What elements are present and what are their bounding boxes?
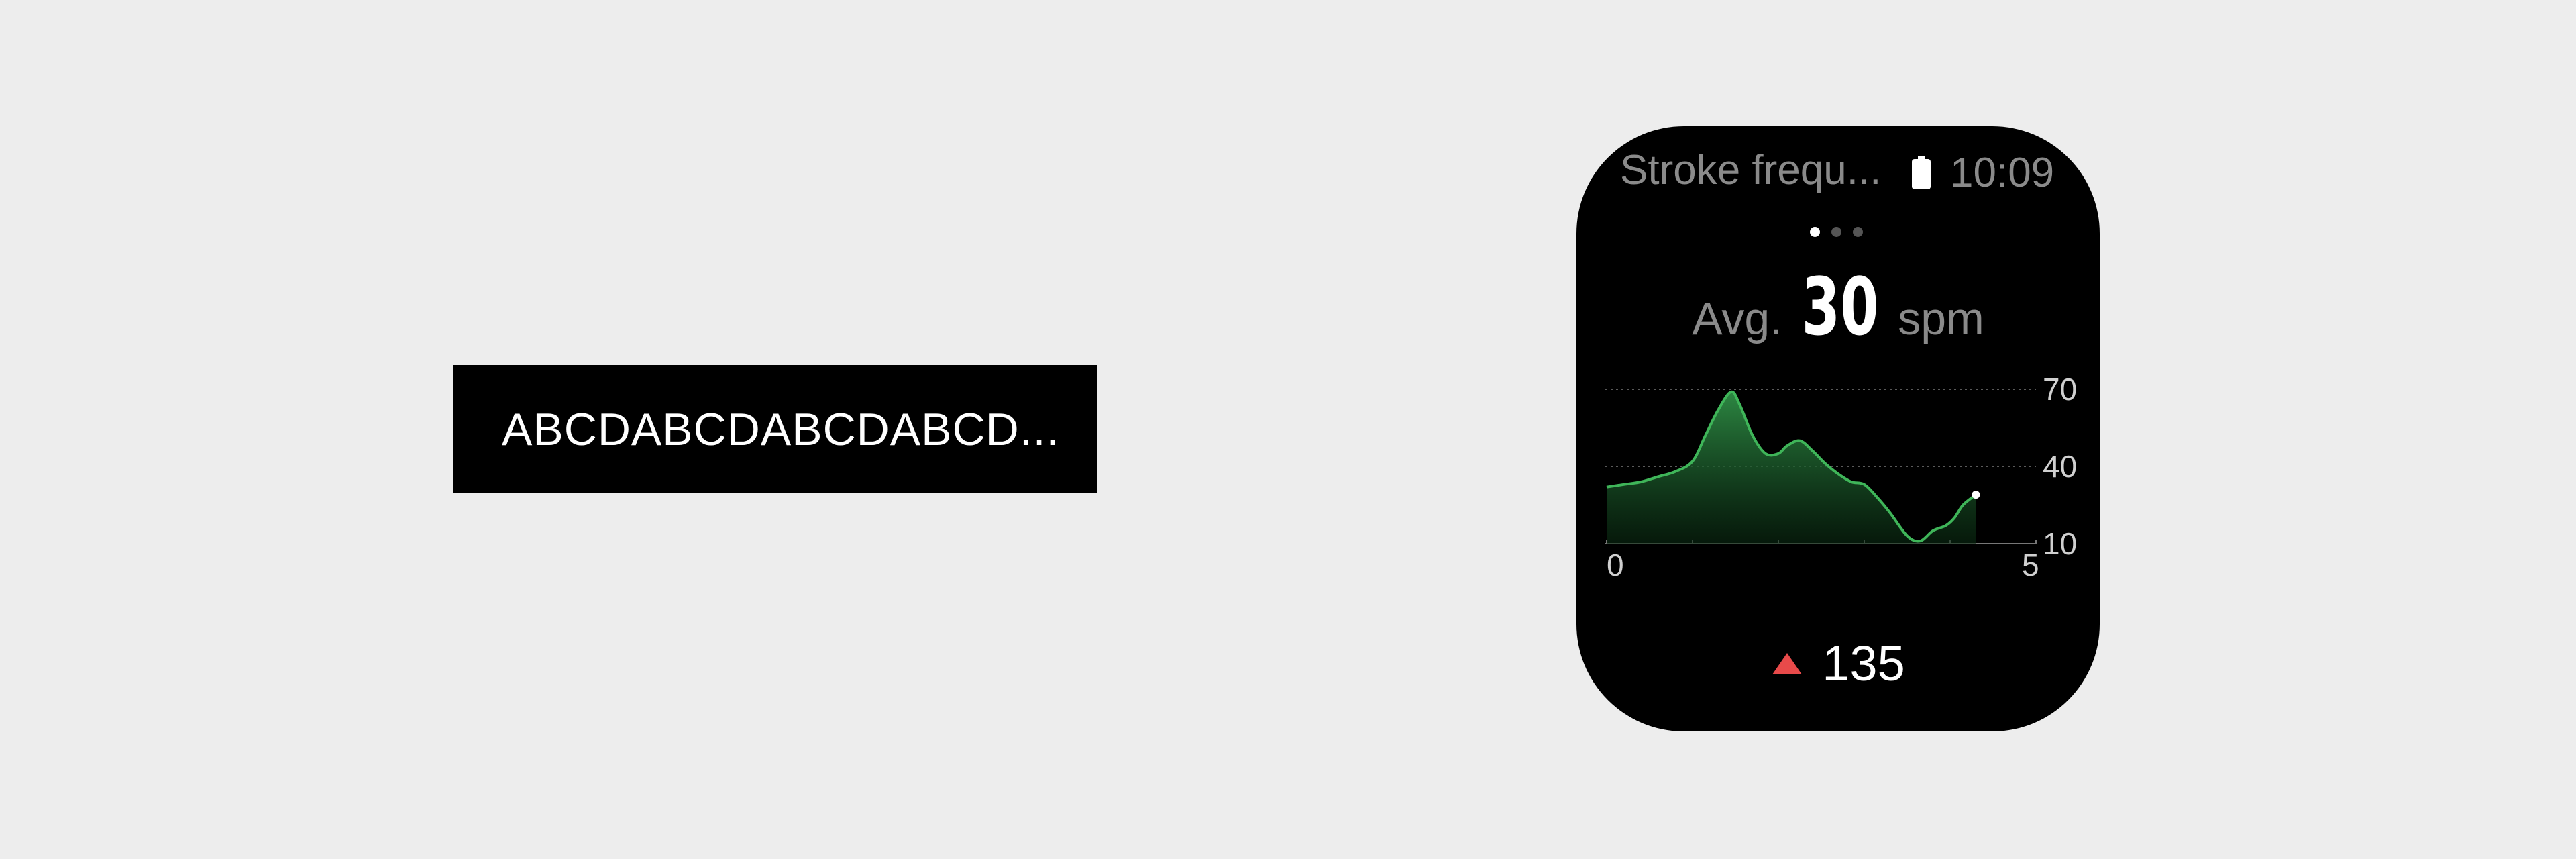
y-tick-label: 40 bbox=[2043, 449, 2077, 484]
y-tick-label: 10 bbox=[2043, 526, 2077, 561]
truncated-text-box: ABCDABCDABCDABCD... bbox=[453, 365, 1097, 493]
series-area bbox=[1607, 391, 1976, 544]
x-tick-label: 0 bbox=[1607, 548, 1624, 583]
y-tick-label: 70 bbox=[2043, 372, 2077, 407]
watch-screen: Stroke frequ... 10:09 Avg. 30 spm 70 40 10… bbox=[1576, 126, 2100, 731]
series-end-marker bbox=[1972, 491, 1980, 499]
truncated-text: ABCDABCDABCDABCD... bbox=[502, 403, 1060, 455]
canvas: ABCDABCDABCDABCD... Stroke frequ... 10:0… bbox=[0, 0, 2576, 859]
x-tick-label: 5 bbox=[2022, 548, 2039, 583]
max-value: 135 bbox=[1822, 636, 1905, 691]
max-row: 135 bbox=[1576, 635, 2100, 692]
triangle-up-icon bbox=[1772, 652, 1803, 674]
